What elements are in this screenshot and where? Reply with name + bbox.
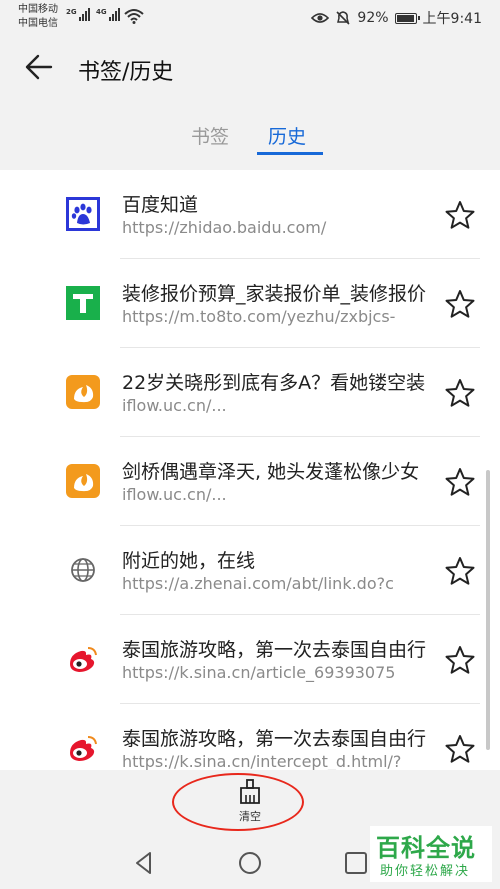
star-icon[interactable] [444,733,476,765]
list-item[interactable]: 装修报价预算_家装报价单_装修报价 https://m.to8to.com/ye… [0,259,500,348]
watermark-title: 百科全说 [376,834,476,862]
history-title: 剑桥偶遇章泽天, 她头发蓬松像少女 [122,461,420,483]
active-tab-indicator [257,152,323,155]
star-icon[interactable] [444,555,476,587]
status-right: 92% 上午9:41 [311,8,482,28]
back-arrow-icon[interactable] [22,50,56,84]
signal-2-icon: 4G [96,8,120,21]
list-item[interactable]: 22岁关晓彤到底有多A？看她镂空装 iflow.uc.cn/... [0,348,500,437]
weibo-icon [70,647,97,672]
list-item[interactable]: 剑桥偶遇章泽天, 她头发蓬松像少女 iflow.uc.cn/... [0,437,500,526]
scrollbar[interactable] [486,470,490,750]
carrier-info: 中国移动 中国电信 [18,3,58,31]
list-item[interactable]: 附近的她，在线 https://a.zhenai.com/abt/link.do… [0,526,500,615]
history-title: 泰国旅游攻略，第一次去泰国自由行 [122,639,427,661]
history-title: 装修报价预算_家装报价单_装修报价 [122,283,427,305]
battery-icon [394,12,420,24]
history-url: https://k.sina.cn/article_69393075 [122,663,396,682]
history-title: 22岁关晓彤到底有多A？看她镂空装 [122,372,426,394]
star-icon[interactable] [444,377,476,409]
watermark-logo: 百科全说 助你轻松解决 [370,826,492,882]
page-title: 书签/历史 [78,60,174,85]
history-title: 附近的她，在线 [122,550,256,572]
tab-history[interactable]: 历史 [268,122,306,149]
eye-icon [311,13,330,23]
tab-bar: 书签 历史 [0,100,500,170]
star-icon[interactable] [444,466,476,498]
history-url: iflow.uc.cn/... [122,485,227,504]
history-title: 泰国旅游攻略，第一次去泰国自由行 [122,728,427,750]
list-item[interactable]: 泰国旅游攻略，第一次去泰国自由行 https://k.sina.cn/artic… [0,615,500,704]
star-icon[interactable] [444,199,476,231]
app-header: 书签/历史 [0,36,500,100]
history-url: https://k.sina.cn/intercept_d.html/? [122,752,402,770]
star-icon[interactable] [444,288,476,320]
tab-bookmarks[interactable]: 书签 [191,122,229,149]
history-url: https://a.zhenai.com/abt/link.do?c [122,574,394,593]
mute-bell-icon [336,11,350,25]
to8to-icon [66,286,100,320]
status-bar: 中国移动 中国电信 2G 4G 92% 上午9:41 [0,0,500,36]
star-icon[interactable] [444,644,476,676]
wifi-icon [124,9,144,24]
history-list: 百度知道 https://zhidao.baidu.com/ 装修报价预算_家装… [0,170,500,770]
history-url: https://zhidao.baidu.com/ [122,218,327,237]
nav-recents-icon[interactable] [343,850,369,876]
history-url: https://m.to8to.com/yezhu/zxbjcs- [122,307,396,326]
nav-home-icon[interactable] [237,850,263,876]
battery-percent: 92% [357,10,389,26]
history-title: 百度知道 [122,194,199,216]
globe-icon [71,558,95,582]
history-url: iflow.uc.cn/... [122,396,227,415]
annotation-circle [172,773,304,831]
list-item[interactable]: 泰国旅游攻略，第一次去泰国自由行 https://k.sina.cn/inter… [0,704,500,770]
clock: 上午9:41 [422,11,482,27]
uc-squirrel-icon [66,464,100,498]
carrier-1: 中国移动 [18,4,58,15]
watermark-subtitle: 助你轻松解决 [380,864,471,879]
signal-1-icon: 2G [66,8,90,21]
uc-squirrel-icon [66,375,100,409]
weibo-icon [70,736,97,761]
nav-back-icon[interactable] [131,850,157,876]
list-item[interactable]: 百度知道 https://zhidao.baidu.com/ [0,170,500,259]
baidu-paw-icon [66,197,100,231]
carrier-2: 中国电信 [18,18,58,29]
